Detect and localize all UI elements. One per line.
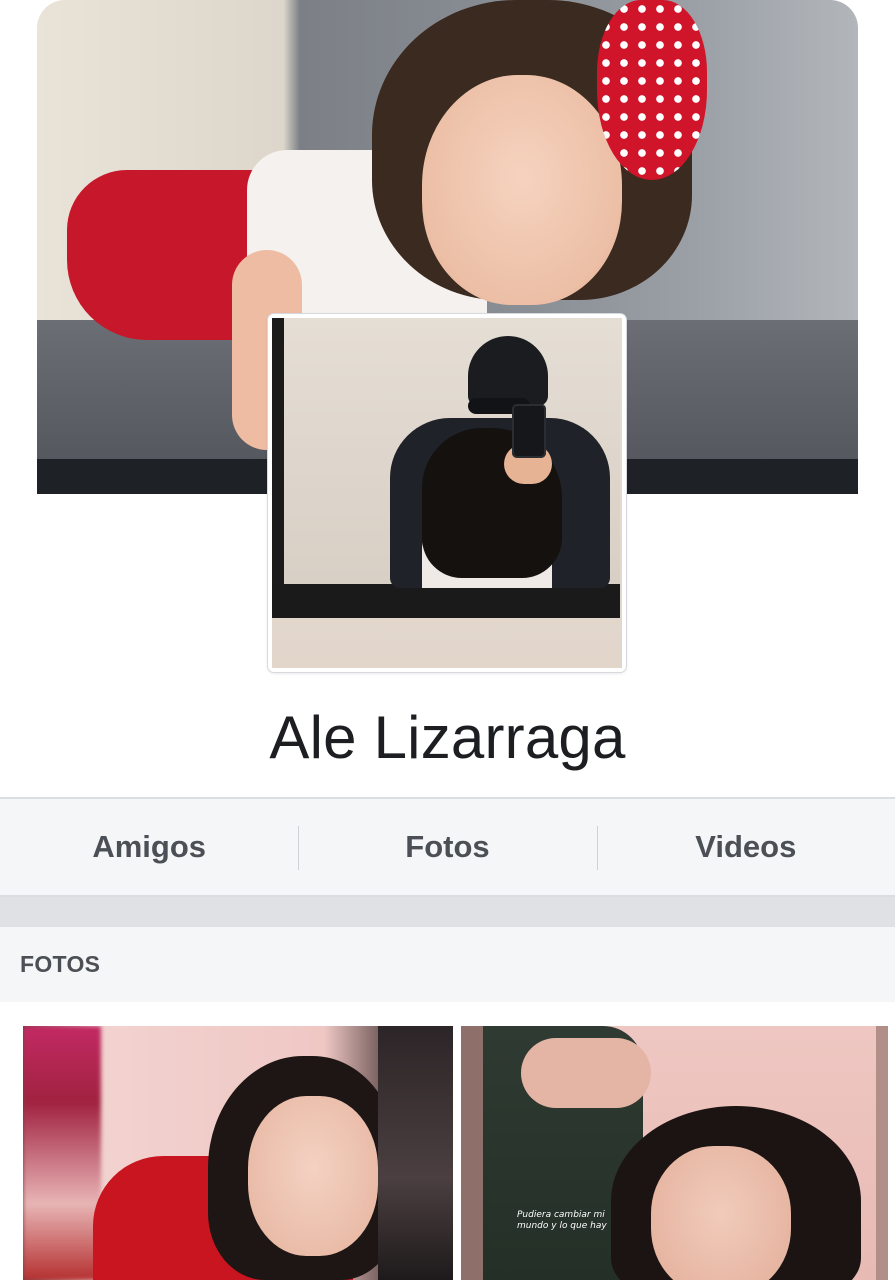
photo-1-left-blur <box>23 1026 101 1280</box>
photo-thumbnail[interactable] <box>23 1026 453 1280</box>
photo-2-arm <box>521 1038 651 1108</box>
profile-picture-image <box>272 318 622 668</box>
tab-amigos[interactable]: Amigos <box>0 799 298 895</box>
photo-2-left-edge <box>461 1026 483 1280</box>
cover-image-bow <box>597 0 707 180</box>
photo-caption-text: Pudiera cambiar mi mundo y lo que hay <box>517 1210 607 1231</box>
tab-videos[interactable]: Videos <box>596 799 895 895</box>
profile-image-phone <box>512 404 546 458</box>
profile-picture[interactable] <box>268 314 626 672</box>
cover-image-face <box>422 75 622 305</box>
photo-2-right-edge <box>876 1026 888 1280</box>
photo-1-right-blur <box>378 1026 453 1280</box>
profile-tabs: Amigos Fotos Videos <box>0 797 895 897</box>
photo-2-face <box>651 1146 791 1280</box>
section-divider <box>0 897 895 927</box>
photos-section-header: FOTOS <box>0 927 895 1002</box>
tab-fotos[interactable]: Fotos <box>298 799 596 895</box>
profile-name: Ale Lizarraga <box>269 704 626 771</box>
photo-thumbnail[interactable]: Pudiera cambiar mi mundo y lo que hay <box>461 1026 888 1280</box>
profile-image-cap <box>468 336 548 406</box>
photos-grid: Pudiera cambiar mi mundo y lo que hay <box>0 1002 895 1280</box>
photo-1-face <box>248 1096 378 1256</box>
